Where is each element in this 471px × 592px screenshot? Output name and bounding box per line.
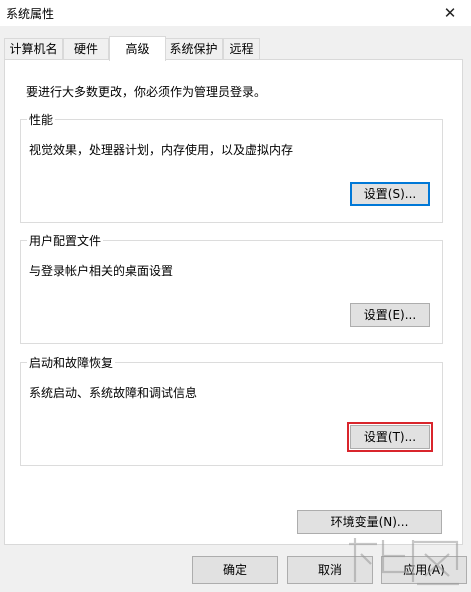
startup-recovery-group: 启动和故障恢复 系统启动、系统故障和调试信息 设置(T)... (20, 354, 443, 466)
cancel-button[interactable]: 取消 (287, 556, 373, 584)
ok-button[interactable]: 确定 (192, 556, 278, 584)
close-icon[interactable]: ✕ (435, 1, 465, 25)
tab-computer-name[interactable]: 计算机名 (4, 38, 63, 60)
window-titlebar: 系统属性 ✕ (0, 0, 471, 26)
startup-recovery-description: 系统启动、系统故障和调试信息 (29, 386, 198, 400)
performance-settings-button[interactable]: 设置(S)... (350, 182, 430, 206)
user-profiles-settings-button[interactable]: 设置(E)... (350, 303, 430, 327)
performance-description: 视觉效果，处理器计划，内存使用，以及虚拟内存 (29, 143, 294, 157)
user-profiles-group: 用户配置文件 与登录帐户相关的桌面设置 设置(E)... (20, 232, 443, 344)
apply-button[interactable]: 应用(A) (381, 556, 467, 584)
window-title: 系统属性 (6, 7, 55, 21)
tab-system-protection[interactable]: 系统保护 (164, 38, 223, 60)
tab-hardware[interactable]: 硬件 (63, 38, 109, 60)
tab-advanced[interactable]: 高级 (109, 36, 166, 61)
dialog-client-area: 计算机名 硬件 高级 系统保护 远程 要进行大多数更改，你必须作为管理员登录。 … (0, 26, 471, 592)
user-profiles-description: 与登录帐户相关的桌面设置 (29, 264, 174, 278)
user-profiles-group-title: 用户配置文件 (27, 232, 104, 249)
admin-notice: 要进行大多数更改，你必须作为管理员登录。 (26, 85, 267, 99)
startup-recovery-group-title: 启动和故障恢复 (27, 354, 116, 371)
environment-variables-button[interactable]: 环境变量(N)... (297, 510, 442, 534)
tab-remote[interactable]: 远程 (223, 38, 260, 60)
performance-group: 性能 视觉效果，处理器计划，内存使用，以及虚拟内存 设置(S)... (20, 111, 443, 223)
highlight-box (347, 422, 433, 452)
advanced-tab-panel: 要进行大多数更改，你必须作为管理员登录。 性能 视觉效果，处理器计划，内存使用，… (4, 59, 463, 545)
performance-group-title: 性能 (27, 111, 56, 128)
